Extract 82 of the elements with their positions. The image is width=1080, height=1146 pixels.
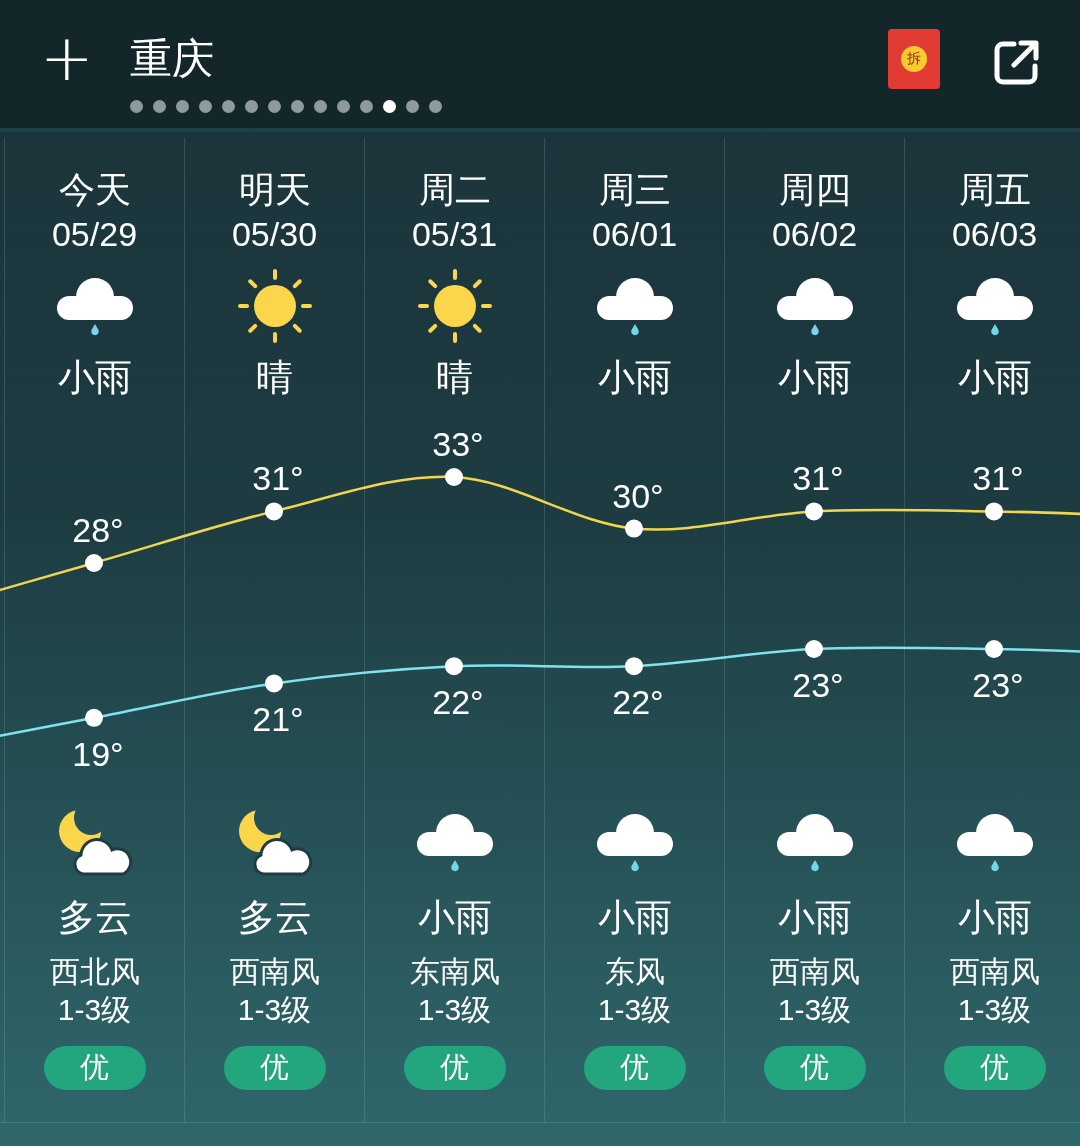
temperature-point xyxy=(985,640,1003,658)
wind-level: 1-3级 xyxy=(597,992,672,1028)
temperature-point xyxy=(265,674,283,693)
high-temperature: 31° xyxy=(792,461,844,496)
temperature-point xyxy=(805,640,823,658)
rain-cloud-icon xyxy=(54,276,135,336)
sun-icon xyxy=(416,268,493,344)
date-label: 06/03 xyxy=(951,214,1038,255)
high-temperature: 28° xyxy=(72,513,124,547)
air-quality-badge: 优 xyxy=(43,1046,146,1090)
date-label: 05/31 xyxy=(411,214,498,255)
moon-cloud-icon xyxy=(56,808,133,876)
date-label: 05/30 xyxy=(231,214,318,255)
rain-cloud-icon xyxy=(954,276,1035,336)
day-label: 明天 xyxy=(238,168,311,212)
rain-cloud-icon xyxy=(594,812,675,872)
high-temperature: 33° xyxy=(432,427,484,461)
wind-level: 1-3级 xyxy=(237,992,312,1028)
low-temperature: 22° xyxy=(432,685,484,720)
high-temperature: 31° xyxy=(972,461,1024,496)
city-name: 重庆 xyxy=(130,34,214,84)
wind-direction: 西南风 xyxy=(949,954,1040,990)
wind-direction: 西南风 xyxy=(229,954,320,990)
rain-cloud-icon xyxy=(594,276,675,336)
low-temperature: 21° xyxy=(252,702,304,737)
wind-level: 1-3级 xyxy=(777,992,852,1028)
wind-direction: 东风 xyxy=(604,954,665,990)
wind-level: 1-3级 xyxy=(417,992,492,1028)
wind-direction: 西北风 xyxy=(49,954,140,990)
night-condition: 多云 xyxy=(57,896,132,940)
day-label: 今天 xyxy=(58,168,131,212)
day-condition: 小雨 xyxy=(777,356,852,400)
day-label: 周四 xyxy=(778,168,851,212)
high-temperature: 30° xyxy=(612,478,664,513)
temperature-point xyxy=(85,554,103,572)
night-condition: 小雨 xyxy=(957,896,1032,940)
wind-level: 1-3级 xyxy=(957,992,1032,1028)
date-label: 05/29 xyxy=(51,214,138,255)
night-condition: 小雨 xyxy=(417,896,492,940)
temperature-point xyxy=(625,657,643,676)
day-condition: 小雨 xyxy=(57,356,132,400)
low-temperature: 22° xyxy=(612,685,664,720)
rain-cloud-icon xyxy=(414,812,495,872)
night-condition: 小雨 xyxy=(597,896,672,940)
temperature-point xyxy=(625,519,643,538)
night-condition: 多云 xyxy=(237,896,312,940)
sun-icon xyxy=(236,268,313,344)
rain-cloud-icon xyxy=(774,276,855,336)
temperature-point xyxy=(445,657,463,676)
air-quality-badge: 优 xyxy=(403,1046,506,1090)
temperature-point xyxy=(265,502,283,521)
low-temperature: 23° xyxy=(792,668,844,702)
temperature-point xyxy=(445,468,463,486)
temperature-point xyxy=(985,502,1003,521)
temperature-point xyxy=(805,502,823,521)
share-icon[interactable] xyxy=(994,39,1040,85)
air-quality-badge: 优 xyxy=(943,1046,1046,1090)
wind-level: 1-3级 xyxy=(57,992,132,1028)
air-quality-badge: 优 xyxy=(763,1046,866,1090)
day-label: 周二 xyxy=(418,168,491,212)
wind-direction: 西南风 xyxy=(769,954,860,990)
low-temperature: 19° xyxy=(72,736,124,771)
add-button[interactable]: + xyxy=(40,26,88,90)
day-label: 周五 xyxy=(958,168,1031,212)
air-quality-badge: 优 xyxy=(223,1046,326,1090)
envelope-button[interactable]: 拆 xyxy=(888,29,940,89)
temperature-point xyxy=(85,708,103,727)
day-condition: 晴 xyxy=(436,356,473,400)
day-condition: 小雨 xyxy=(597,356,672,400)
day-condition: 小雨 xyxy=(957,356,1032,400)
moon-cloud-icon xyxy=(236,808,313,876)
wind-direction: 东南风 xyxy=(409,954,500,990)
date-label: 06/02 xyxy=(771,214,858,255)
low-temperature: 23° xyxy=(972,668,1024,702)
rain-cloud-icon xyxy=(774,812,855,872)
rain-cloud-icon xyxy=(954,812,1035,872)
day-label: 周三 xyxy=(598,168,671,212)
air-quality-badge: 优 xyxy=(583,1046,686,1090)
date-label: 06/01 xyxy=(591,214,678,255)
night-condition: 小雨 xyxy=(777,896,852,940)
high-temperature: 31° xyxy=(252,461,304,496)
day-condition: 晴 xyxy=(256,356,293,400)
